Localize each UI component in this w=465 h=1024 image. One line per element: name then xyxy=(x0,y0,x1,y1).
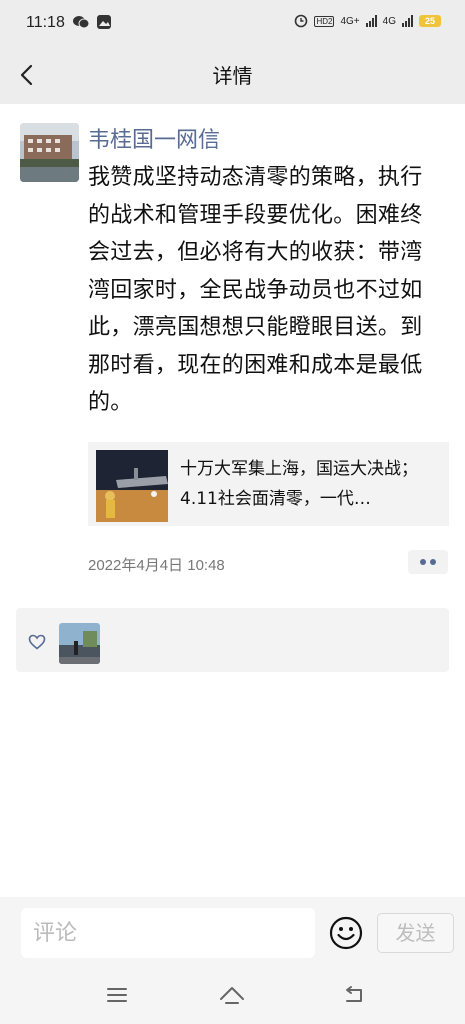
comment-bar: 发送 xyxy=(0,897,465,969)
system-nav-bar xyxy=(0,969,465,1024)
post-timestamp: 2022年4月4日 10:48 xyxy=(88,557,225,574)
signal-icon-1 xyxy=(365,15,377,27)
emoji-icon xyxy=(329,916,363,950)
post-text: 我赞成坚持动态清零的策略，执行的战术和管理手段要优化。困难终会过去，但必将有大的… xyxy=(88,165,423,415)
menu-button[interactable] xyxy=(103,983,131,1007)
more-button[interactable] xyxy=(408,550,448,574)
hd-label: HD2 xyxy=(314,15,335,27)
detail-page: 11:18 HD2 4G+ 4G 25 详情 韦桂国一网信 我赞成坚持动态清零的… xyxy=(0,0,465,1024)
link-thumbnail xyxy=(96,450,168,522)
avatar-image xyxy=(20,123,79,182)
author-name[interactable]: 韦桂国一网信 xyxy=(88,122,220,154)
signal-icon-2 xyxy=(402,15,413,27)
gallery-notification-icon xyxy=(97,15,111,29)
network-label-2: 4G xyxy=(382,15,396,27)
return-icon xyxy=(346,986,362,1002)
status-right-icons: HD2 4G+ 4G 25 xyxy=(294,14,441,28)
network-label-1: 4G+ xyxy=(340,15,360,27)
heart-icon xyxy=(28,634,46,650)
link-title: 十万大军集上海，国运大决战；4.11社会面清零，一代… xyxy=(180,459,418,509)
status-time: 11:18 xyxy=(26,14,65,31)
more-dots-icon xyxy=(420,559,426,565)
home-icon xyxy=(220,987,244,1004)
page-title: 详情 xyxy=(212,64,253,88)
return-button[interactable] xyxy=(341,983,369,1007)
shared-link-card[interactable]: 十万大军集上海，国运大决战；4.11社会面清零，一代… xyxy=(88,442,449,526)
nav-bar: 详情 xyxy=(0,46,465,104)
battery-icon: 25 xyxy=(419,15,441,27)
home-button[interactable] xyxy=(218,983,246,1007)
more-dots-icon xyxy=(430,559,436,565)
menu-icon xyxy=(107,988,127,1002)
wechat-notification-icon xyxy=(73,16,89,29)
send-button[interactable]: 发送 xyxy=(377,913,454,953)
comment-input[interactable] xyxy=(21,908,315,958)
status-bar: 11:18 HD2 4G+ 4G 25 xyxy=(0,0,465,46)
emoji-button[interactable] xyxy=(329,916,363,950)
notification-icons xyxy=(73,15,111,29)
author-avatar[interactable] xyxy=(20,123,79,182)
likes-panel xyxy=(16,608,449,672)
liker-avatar[interactable] xyxy=(59,623,100,664)
alarm-icon xyxy=(295,14,308,28)
